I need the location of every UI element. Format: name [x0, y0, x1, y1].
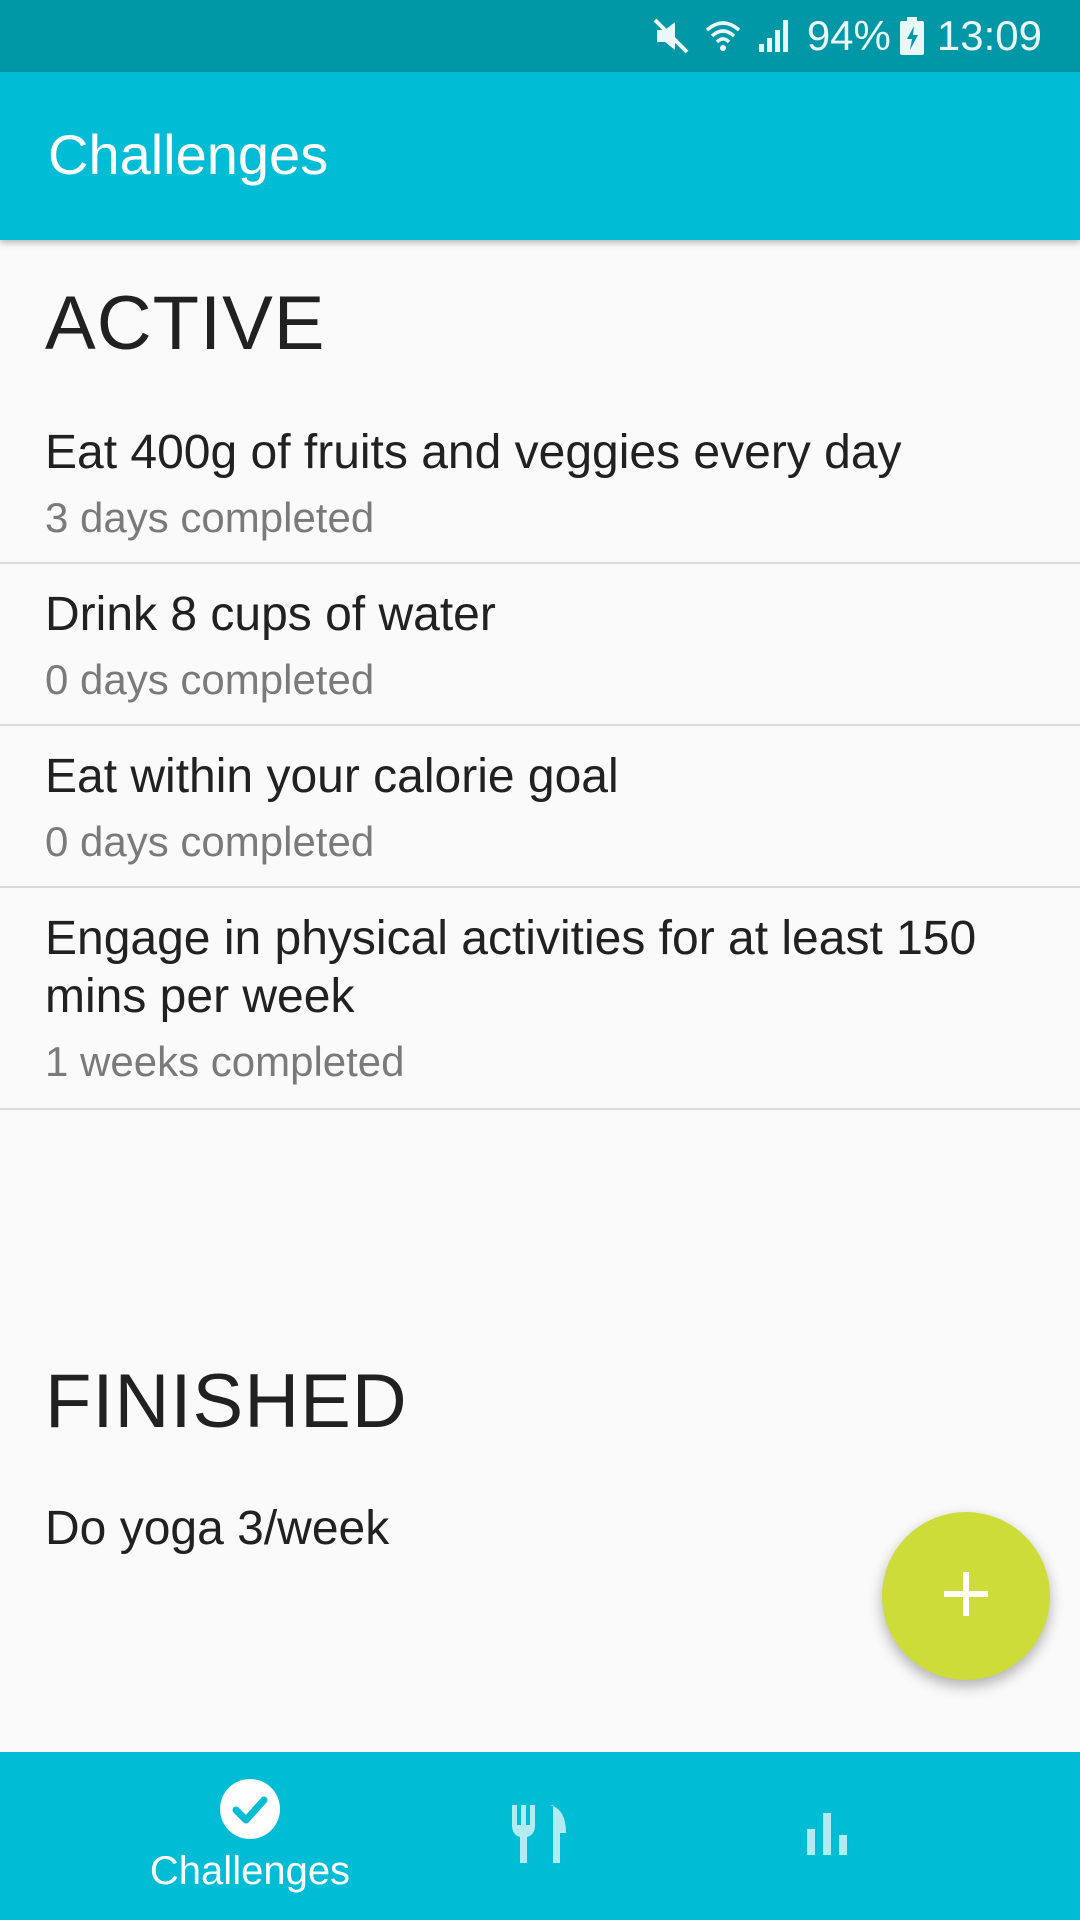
clock: 13:09: [936, 12, 1042, 59]
mute-icon: [651, 16, 691, 56]
bar-chart-icon: [804, 1811, 850, 1862]
app-bar: Challenges: [0, 72, 1080, 240]
battery-percent: 94%: [806, 12, 891, 59]
wifi-icon: [703, 16, 743, 56]
challenge-progress: 0 days completed: [45, 656, 375, 703]
challenge-title: Do yoga 3/week: [45, 1502, 390, 1555]
bottom-nav: Challenges: [0, 1752, 1080, 1920]
list-item[interactable]: Engage in physical activities for at lea…: [0, 888, 1080, 1110]
list-item[interactable]: Eat within your calorie goal 0 days comp…: [0, 726, 1080, 888]
challenge-title: Drink 8 cups of water: [45, 588, 496, 641]
challenge-list: ACTIVE Eat 400g of fruits and veggies ev…: [0, 240, 1080, 1884]
challenge-title: Engage in physical activities for at lea…: [45, 912, 977, 1023]
add-challenge-button[interactable]: [882, 1512, 1050, 1680]
nav-tab-challenges[interactable]: Challenges: [130, 1752, 370, 1920]
challenge-title: Eat 400g of fruits and veggies every day: [45, 426, 902, 479]
challenge-progress: 0 days completed: [45, 818, 375, 865]
challenge-progress: 1 weeks completed: [45, 1038, 405, 1085]
nav-tab-stats[interactable]: [727, 1752, 927, 1920]
nav-tab-food[interactable]: [440, 1752, 640, 1920]
list-item[interactable]: Eat 400g of fruits and veggies every day…: [0, 402, 1080, 564]
list-item[interactable]: Drink 8 cups of water 0 days completed: [0, 564, 1080, 726]
fork-knife-icon: [510, 1803, 570, 1870]
status-bar: 94% 13:09: [0, 0, 1080, 72]
page-title: Challenges: [48, 123, 329, 186]
active-section-header: ACTIVE: [45, 281, 326, 366]
challenge-title: Eat within your calorie goal: [45, 750, 619, 803]
signal-icon: [755, 16, 795, 56]
nav-label-challenges: Challenges: [149, 1849, 351, 1893]
plus-icon: [942, 1570, 990, 1623]
check-circle-icon: [219, 1778, 281, 1845]
finished-section-header: FINISHED: [45, 1359, 408, 1444]
battery-charging-icon: [899, 16, 925, 56]
challenge-progress: 3 days completed: [45, 494, 375, 541]
